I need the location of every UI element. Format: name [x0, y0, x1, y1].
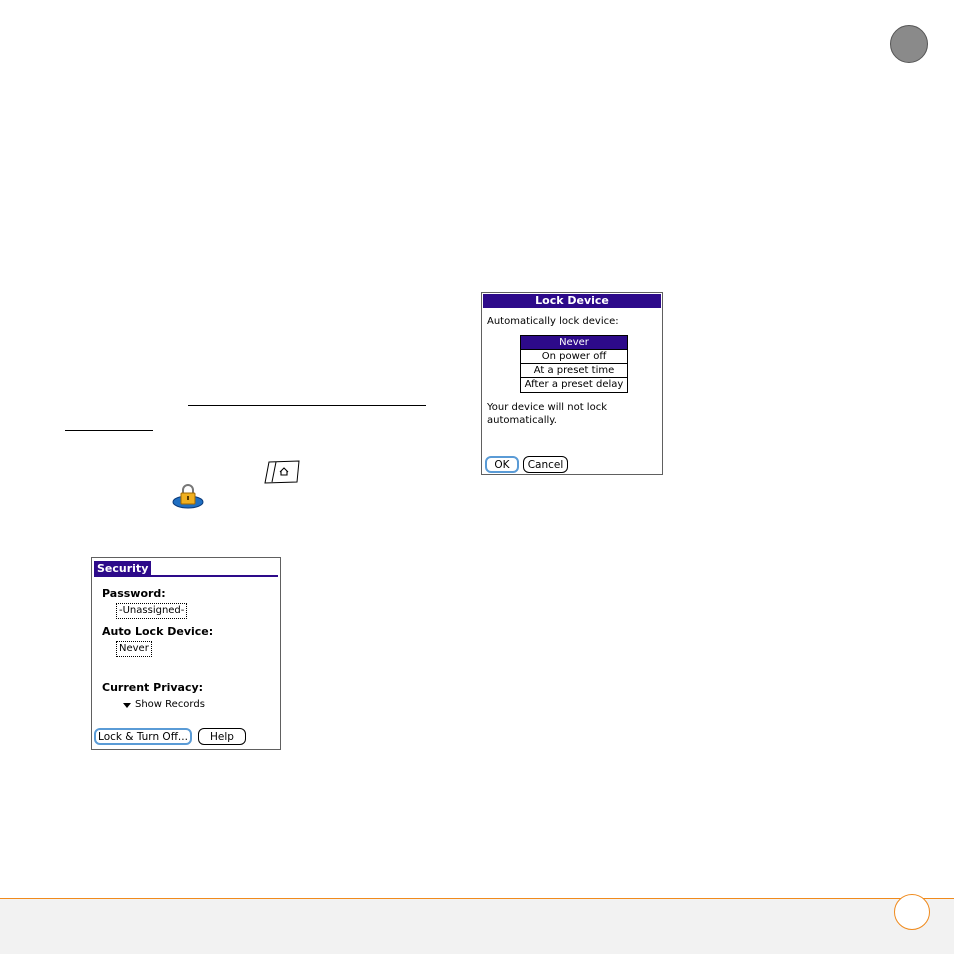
security-screen: Security Password: -Unassigned- Auto Loc… — [91, 557, 281, 750]
security-title: Security — [94, 561, 152, 576]
title-rule — [94, 575, 278, 577]
page-number-circle — [894, 894, 930, 930]
home-key-icon — [263, 459, 303, 485]
link-underline[interactable] — [188, 405, 426, 406]
lock-option-never[interactable]: Never — [521, 336, 627, 350]
privacy-label: Current Privacy: — [102, 681, 204, 694]
lock-device-screen: Lock Device Automatically lock device: N… — [481, 292, 663, 475]
security-lock-icon — [171, 482, 205, 510]
auto-lock-field[interactable]: Never — [116, 641, 152, 657]
password-field[interactable]: -Unassigned- — [116, 603, 188, 619]
dropdown-triangle-icon[interactable] — [123, 703, 131, 708]
footer-rule — [0, 898, 954, 899]
lock-prompt: Automatically lock device: — [487, 316, 619, 327]
lock-device-title: Lock Device — [483, 294, 661, 308]
link-underline-continued[interactable] — [65, 430, 153, 431]
lock-options-list: Never On power off At a preset time Afte… — [520, 335, 628, 393]
auto-lock-label: Auto Lock Device: — [102, 625, 214, 638]
lock-option-power-off[interactable]: On power off — [521, 350, 627, 364]
privacy-selector[interactable]: Show Records — [135, 699, 205, 710]
ok-button[interactable]: OK — [485, 456, 519, 473]
lock-option-preset-delay[interactable]: After a preset delay — [521, 378, 627, 392]
lock-description: Your device will not lock automatically. — [487, 402, 607, 426]
help-button[interactable]: Help — [198, 728, 246, 745]
cancel-button[interactable]: Cancel — [523, 456, 568, 473]
footer-band — [0, 899, 954, 954]
password-label: Password: — [102, 587, 166, 600]
chapter-tab-marker — [890, 25, 928, 63]
lock-option-preset-time[interactable]: At a preset time — [521, 364, 627, 378]
lock-turn-off-button[interactable]: Lock & Turn Off... — [94, 728, 192, 745]
